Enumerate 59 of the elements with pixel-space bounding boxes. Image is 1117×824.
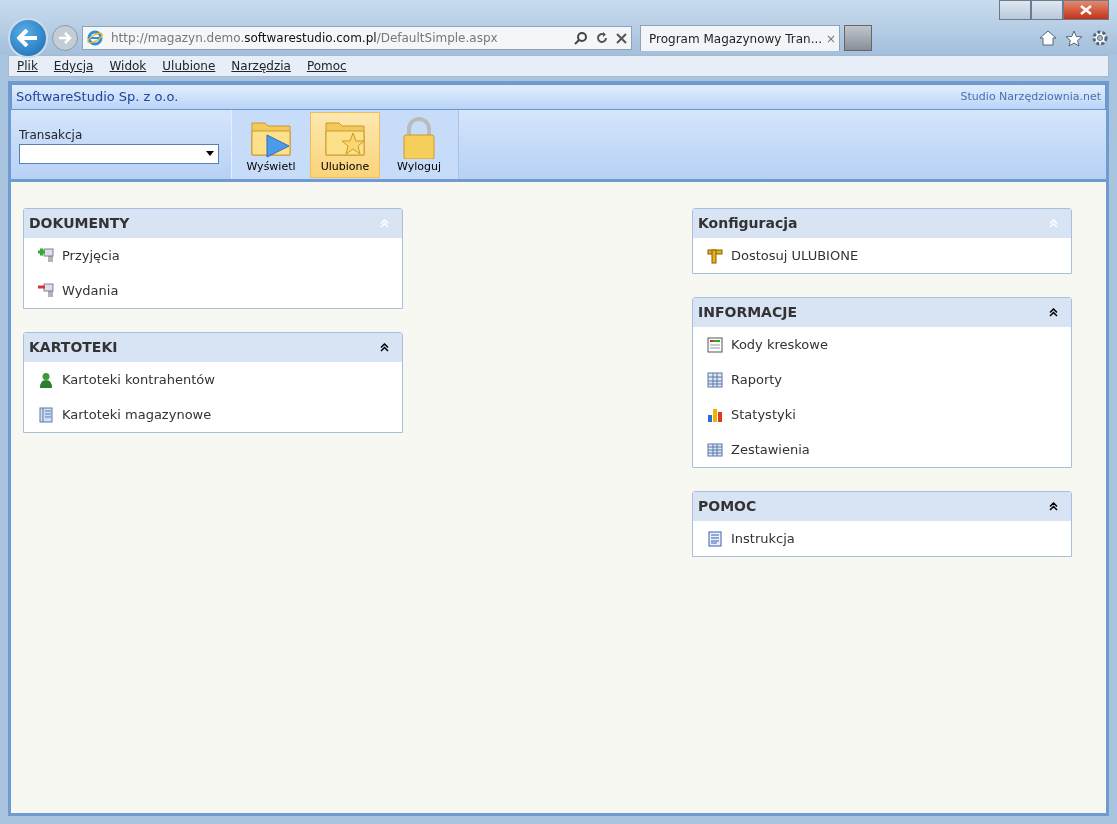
refresh-icon[interactable] [596, 32, 608, 44]
forward-button[interactable] [52, 25, 78, 51]
panel-link[interactable]: Kartoteki kontrahentów [24, 362, 402, 397]
browser-tab[interactable]: Program Magazynowy Tran... × [640, 25, 840, 51]
transaction-label: Transakcja [19, 126, 83, 144]
favorites-star-icon[interactable] [1065, 29, 1083, 47]
panel-title: POMOC [698, 497, 757, 516]
dropdown-caret-icon [206, 151, 214, 156]
close-icon [1080, 5, 1092, 15]
new-tab-button[interactable] [844, 25, 872, 51]
table-icon [707, 441, 723, 458]
menu-item[interactable]: Edycja [53, 57, 94, 75]
panel-link[interactable]: Zestawienia [693, 432, 1071, 467]
collapse-icon[interactable] [380, 343, 389, 352]
address-bar[interactable]: http://magazyn.demo.softwarestudio.com.pl/DefaultSimple.aspx [82, 26, 632, 50]
tab-close-button[interactable]: × [826, 29, 837, 48]
back-arrow-icon [17, 29, 39, 47]
panel-link[interactable]: Statystyki [693, 397, 1071, 432]
menu-item[interactable]: Ulubione [162, 57, 216, 75]
bar-chart-icon [707, 406, 723, 423]
transaction-dropdown[interactable] [19, 143, 219, 164]
menu-item[interactable]: Narzędzia [231, 57, 291, 75]
company-name: SoftwareStudio Sp. z o.o. [16, 88, 179, 107]
panel-link[interactable]: Raporty [693, 362, 1071, 397]
panel-link[interactable]: Kartoteki magazynowe [24, 397, 402, 432]
url-text: http://magazyn.demo.softwarestudio.com.pl/DefaultSimple.aspx [111, 30, 498, 47]
notebook-icon [38, 406, 54, 423]
window-icon [707, 336, 723, 353]
panel-title: Konfiguracja [698, 214, 798, 233]
panel-link[interactable]: Kody kreskowe [693, 327, 1071, 362]
settings-icon[interactable] [1091, 29, 1109, 47]
menu-item[interactable]: Widok [109, 57, 147, 75]
back-button[interactable] [8, 18, 48, 58]
panel-title: KARTOTEKI [29, 338, 118, 357]
toolbar-button[interactable]: Wyloguj [384, 111, 454, 178]
toolbar-button[interactable]: Wyświetl [236, 111, 306, 178]
stop-icon[interactable] [616, 32, 627, 44]
minimize-button[interactable] [999, 0, 1031, 20]
panel-link[interactable]: Instrukcja [693, 521, 1071, 556]
home-icon[interactable] [1039, 30, 1057, 46]
close-button[interactable] [1063, 0, 1109, 20]
panel-link[interactable]: Wydania [24, 273, 402, 308]
grid-icon [707, 371, 723, 388]
person-icon [38, 371, 54, 388]
document-icon [707, 530, 723, 547]
collapse-icon[interactable] [1049, 502, 1058, 511]
search-icon[interactable] [574, 31, 588, 45]
maximize-button[interactable] [1031, 0, 1063, 20]
menu-item[interactable]: Pomoc [306, 57, 347, 75]
menu-item[interactable]: Plik [17, 57, 38, 75]
panel-link[interactable]: Dostosuj ULUBIONE [693, 238, 1071, 273]
browser-logo-icon [87, 30, 103, 46]
toolbar-button[interactable]: Ulubione [310, 111, 380, 178]
brand-text: Studio Narzędziownia.net [960, 88, 1101, 105]
collapse-icon[interactable] [1049, 308, 1058, 317]
panel-title: DOKUMENTY [29, 214, 130, 233]
panel-link[interactable]: Przyjęcia [24, 238, 402, 273]
panel-title: INFORMACJE [698, 303, 797, 322]
forward-arrow-icon [58, 32, 72, 44]
